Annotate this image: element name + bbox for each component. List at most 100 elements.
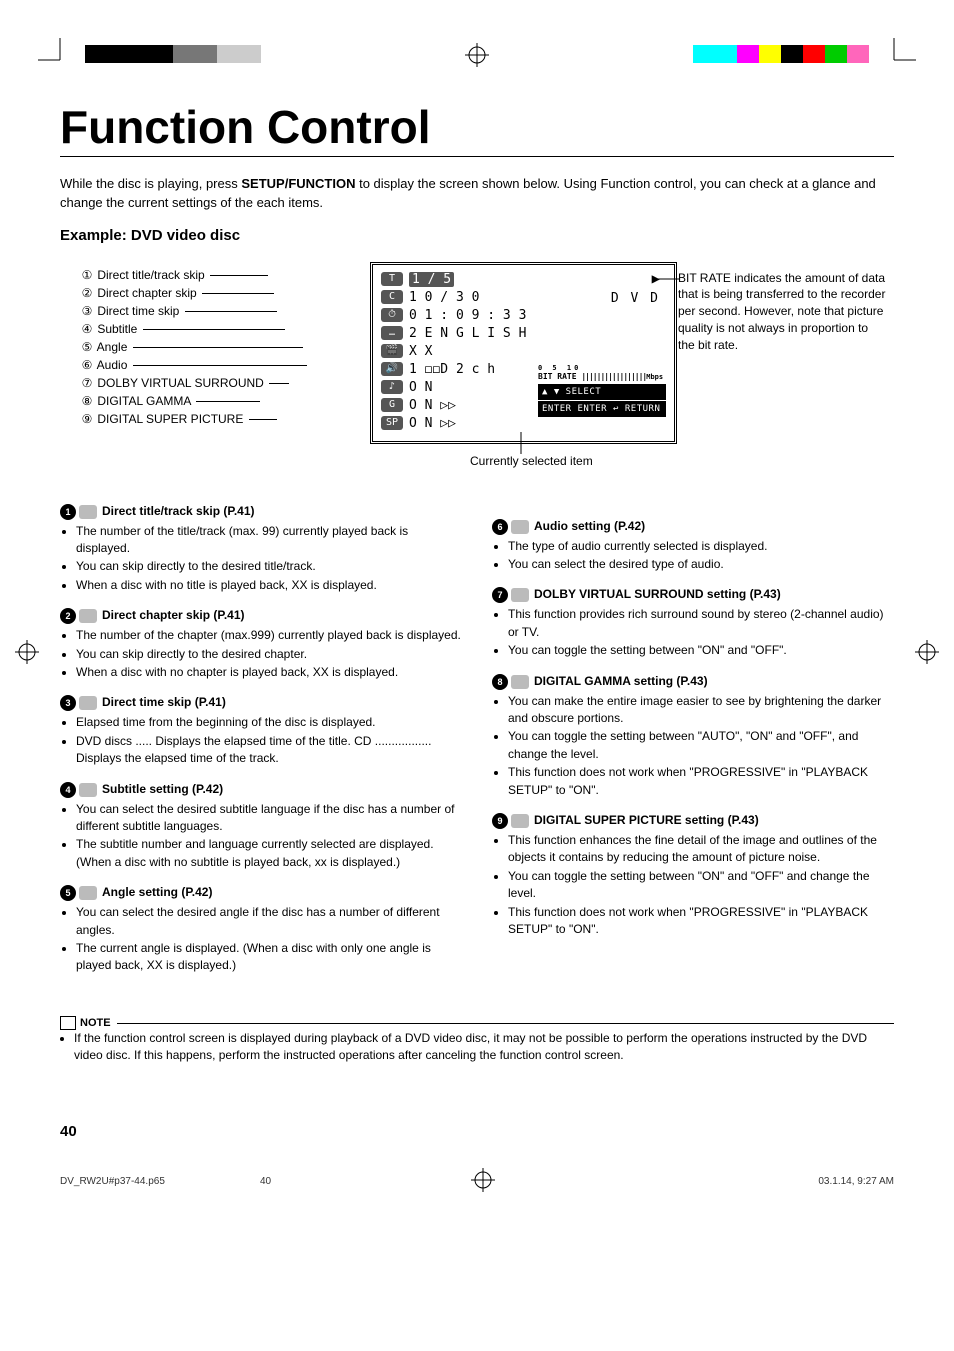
osd-row-6: 🔊1 ◻◻D 2 c h [381,361,521,379]
section-heading-2: 2Direct chapter skip (P.41) [60,608,462,624]
bullet: This function does not work when "PROGRE… [508,904,894,939]
section-bullets-4: You can select the desired subtitle lang… [60,801,462,872]
bullet: This function enhances the fine detail o… [508,832,894,867]
bullet: You can select the desired angle if the … [76,904,462,939]
footer-filename: DV_RW2U#p37-44.p65 [60,1176,260,1187]
section-1: 1Direct title/track skip (P.41) The numbe… [60,504,462,595]
bullet: You can select the desired type of audio… [508,556,894,573]
note-bullet: If the function control screen is displa… [74,1030,894,1065]
bullet: You can toggle the setting between "AUTO… [508,728,894,763]
section-bullets-9: This function enhances the fine detail o… [492,832,894,938]
bullet: You can toggle the setting between "ON" … [508,642,894,659]
page-title: Function Control [60,100,894,157]
bullet: You can make the entire image easier to … [508,693,894,728]
bullet: The number of the title/track (max. 99) … [76,523,462,558]
intro-bold: SETUP/FUNCTION [241,176,355,191]
callout-line-currently-selected [511,432,531,456]
section-heading-6: 6Audio setting (P.42) [492,519,894,535]
page-number: 40 [60,1123,894,1140]
section-heading-5: 5Angle setting (P.42) [60,885,462,901]
description-column-left: 1Direct title/track skip (P.41) The numbe… [60,504,462,989]
bullet: When a disc with no chapter is played ba… [76,664,462,681]
diagram-label-7: ⑦ DOLBY VIRTUAL SURROUND [80,374,307,392]
osd-row-2: C1 0 / 3 0 [381,289,521,307]
bullet: You can toggle the setting between "ON" … [508,868,894,903]
bullet: You can skip directly to the desired tit… [76,558,462,575]
diagram-label-8: ⑧ DIGITAL GAMMA [80,392,307,410]
osd-select-hint: ▲ ▼ SELECT [538,384,666,400]
section-9: 9DIGITAL SUPER PICTURE setting (P.43) Thi… [492,813,894,938]
section-8: 8DIGITAL GAMMA setting (P.43) You can mak… [492,674,894,799]
bullet: DVD discs ..... Displays the elapsed tim… [76,733,462,768]
osd-row-4: …2 E N G L I S H [381,325,521,343]
osd-row-1: T1 / 5 [381,271,521,289]
diagram-callout-labels: ① Direct title/track skip ② Direct chapt… [80,266,307,428]
intro-paragraph: While the disc is playing, press SETUP/F… [60,175,894,213]
osd-bitrate-scale: 0 5 10 [538,364,581,372]
bullet: The current angle is displayed. (When a … [76,940,462,975]
description-columns: 1Direct title/track skip (P.41) The numbe… [60,504,894,989]
footer-date: 03.1.14, 9:27 AM [694,1176,894,1187]
osd-row-8: GO N ▷▷ [381,397,521,415]
osd-row-5: 🎬X X [381,343,521,361]
note-section: NOTE If the function control screen is d… [60,1007,894,1065]
osd-row-7: ♪O N [381,379,521,397]
osd-row-9: SPO N ▷▷ [381,415,521,433]
diagram-label-5: ⑤ Angle [80,338,307,356]
bullet: The type of audio currently selected is … [508,538,894,555]
section-bullets-2: The number of the chapter (max.999) curr… [60,627,462,681]
example-heading: Example: DVD video disc [60,227,894,244]
section-bullets-7: This function provides rich surround sou… [492,606,894,659]
section-heading-1: 1Direct title/track skip (P.41) [60,504,462,520]
bitrate-side-note: BIT RATE indicates the amount of data th… [678,270,888,354]
section-heading-9: 9DIGITAL SUPER PICTURE setting (P.43) [492,813,894,829]
osd-bitrate-unit: Mbps [646,373,663,381]
section-bullets-8: You can make the entire image easier to … [492,693,894,799]
diagram-label-2: ② Direct chapter skip [80,284,307,302]
osd-play-icon: ▶ [538,271,666,291]
page-footer: DV_RW2U#p37-44.p65 40 03.1.14, 9:27 AM [60,1168,894,1195]
note-heading: NOTE [60,1016,117,1030]
bullet: Elapsed time from the beginning of the d… [76,714,462,731]
section-2: 2Direct chapter skip (P.41) The number of… [60,608,462,681]
diagram-label-6: ⑥ Audio [80,356,307,374]
intro-before: While the disc is playing, press [60,176,241,191]
note-icon [60,1016,76,1030]
section-heading-4: 4Subtitle setting (P.42) [60,782,462,798]
diagram-label-4: ④ Subtitle [80,320,307,338]
osd-dvd-label: D V D [538,291,666,309]
bullet: When a disc with no title is played back… [76,577,462,594]
footer-page: 40 [260,1176,271,1187]
section-bullets-1: The number of the title/track (max. 99) … [60,523,462,595]
section-4: 4Subtitle setting (P.42) You can select t… [60,782,462,872]
osd-bitrate: 0 5 10 BIT RATE |||||||||||||||||Mbps [538,363,666,381]
section-heading-8: 8DIGITAL GAMMA setting (P.43) [492,674,894,690]
currently-selected-label: Currently selected item [470,454,593,468]
section-5: 5Angle setting (P.42) You can select the … [60,885,462,975]
note-bullets: If the function control screen is displa… [74,1030,894,1065]
bullet: You can skip directly to the desired cha… [76,646,462,663]
osd-display: T1 / 5C1 0 / 3 0⏱0 1 : 0 9 : 3 3…2 E N G… [370,262,677,444]
section-3: 3Direct time skip (P.41) Elapsed time fro… [60,695,462,767]
diagram-label-9: ⑨ DIGITAL SUPER PICTURE [80,410,307,428]
section-heading-3: 3Direct time skip (P.41) [60,695,462,711]
callout-line-bitrate [658,278,680,280]
section-bullets-3: Elapsed time from the beginning of the d… [60,714,462,767]
bullet: This function provides rich surround sou… [508,606,894,641]
osd-enter-hint: ENTER ENTER ↩ RETURN [538,401,666,417]
diagram-area: ① Direct title/track skip ② Direct chapt… [60,266,894,466]
note-heading-text: NOTE [80,1017,111,1029]
diagram-label-1: ① Direct title/track skip [80,266,307,284]
osd-bitrate-label: BIT RATE [538,372,577,381]
bullet: This function does not work when "PROGRE… [508,764,894,799]
diagram-label-3: ③ Direct time skip [80,302,307,320]
bullet: You can select the desired subtitle lang… [76,801,462,836]
osd-row-3: ⏱0 1 : 0 9 : 3 3 [381,307,521,325]
section-heading-7: 7DOLBY VIRTUAL SURROUND setting (P.43) [492,587,894,603]
description-column-right: 6Audio setting (P.42) The type of audio c… [492,504,894,989]
section-6: 6Audio setting (P.42) The type of audio c… [492,519,894,574]
section-bullets-5: You can select the desired angle if the … [60,904,462,975]
bullet: The number of the chapter (max.999) curr… [76,627,462,644]
section-7: 7DOLBY VIRTUAL SURROUND setting (P.43) Th… [492,587,894,659]
registration-mark-bottom [271,1168,694,1195]
